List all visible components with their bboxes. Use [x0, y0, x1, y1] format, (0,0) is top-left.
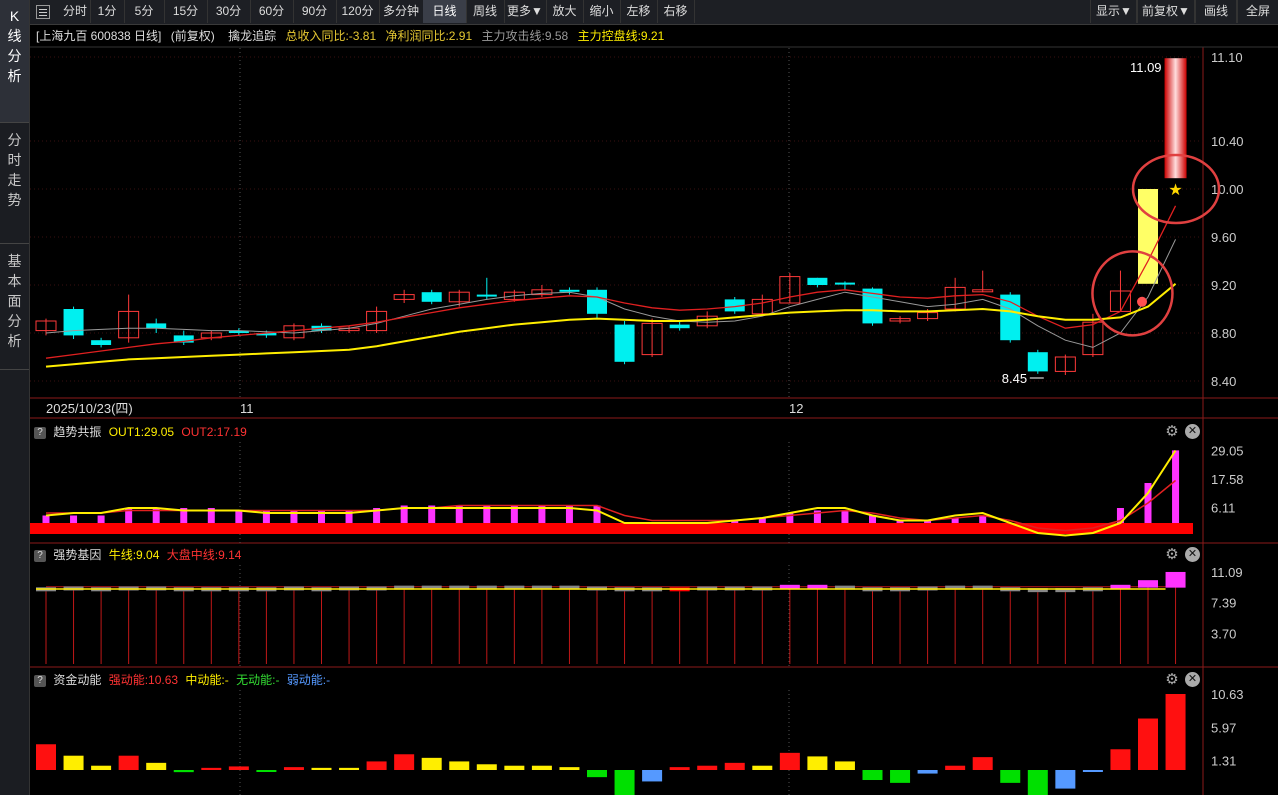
panel3-bar [173, 770, 194, 773]
panel2-tick-label: 7.39 [1211, 596, 1236, 611]
panel1-bar [593, 505, 601, 523]
limit-up-pillar [1164, 58, 1187, 179]
panel3-bar [146, 762, 167, 770]
panel3-bar [449, 761, 470, 770]
panel3-bar [504, 765, 525, 770]
panel3-bar [421, 757, 442, 770]
date-label: 11 [240, 401, 254, 416]
panel2-tick-label: 3.70 [1211, 626, 1236, 641]
panel3-bar [476, 764, 497, 770]
date-label: 12 [789, 401, 803, 416]
panel3-bar [228, 766, 249, 770]
panel2-bar [1138, 580, 1158, 588]
low-price-label: 8.45 [1002, 371, 1027, 386]
panel3-bar [807, 756, 828, 770]
candle-body [1027, 352, 1048, 372]
panel3-bar [972, 757, 993, 770]
panel3-bar [118, 755, 139, 770]
panel3-bar [394, 754, 415, 770]
panel3-bar [614, 770, 635, 795]
panel1-bar [42, 515, 50, 523]
panel3-bar [366, 761, 387, 770]
panel3-tick-label: 1.31 [1211, 754, 1236, 769]
panel2-bar [1165, 571, 1186, 588]
panel3-bar [283, 767, 304, 770]
panel3-bar [63, 755, 84, 770]
panel1-out1-line [45, 449, 1177, 537]
candle-body [146, 323, 167, 329]
panel3-bar [559, 767, 580, 770]
price-tick-label: 9.60 [1211, 230, 1236, 245]
panel3-tick-label: 5.97 [1211, 720, 1236, 735]
high-price-label: 11.09 [1130, 60, 1162, 75]
date-label: 2025/10/23(四) [46, 401, 133, 416]
panel3-bar [201, 767, 222, 770]
panel3-bar [311, 767, 332, 770]
panel3-bar [1000, 770, 1021, 783]
panel1-bar [1172, 450, 1180, 523]
candle-body [587, 289, 607, 314]
price-tick-label: 10.40 [1211, 134, 1244, 149]
candle-body [834, 282, 855, 285]
panel1-tick-label: 29.05 [1211, 443, 1244, 458]
panel1-bar [841, 510, 849, 523]
star-icon: ★ [1168, 182, 1182, 199]
panel1-tick-label: 17.58 [1211, 472, 1244, 487]
price-tick-label: 9.20 [1211, 278, 1236, 293]
candle-body [807, 277, 828, 285]
panel3-bar [587, 770, 607, 778]
panel3-bar [669, 767, 690, 770]
panel3-tick-label: 10.63 [1211, 687, 1244, 702]
price-tick-label: 11.10 [1211, 50, 1243, 65]
candle-body [669, 324, 690, 329]
candle-body [421, 292, 442, 302]
panel3-bar [1055, 770, 1076, 789]
panel3-bar [697, 765, 718, 770]
panel2-bar [1110, 584, 1131, 589]
panel3-bar [1110, 749, 1131, 770]
candle-body [476, 294, 497, 297]
panel1-tick-label: 6.11 [1211, 501, 1235, 516]
panel3-bar [91, 765, 112, 770]
panel3-bar [945, 765, 966, 770]
panel1-bar [97, 515, 105, 523]
panel1-bar [786, 513, 794, 523]
panel3-bar [642, 770, 663, 782]
candle-body [614, 324, 635, 362]
candle-body [91, 340, 112, 345]
candle-body [559, 289, 580, 292]
panel2-bar [779, 584, 800, 589]
limit-up-bar [1138, 189, 1158, 284]
panel2-tick-label: 11.09 [1211, 565, 1243, 580]
panel3-bar [752, 765, 773, 770]
panel3-bar [862, 770, 883, 781]
highlight-circle [1091, 250, 1174, 337]
panel2-bar [807, 584, 828, 589]
price-tick-label: 10.00 [1211, 182, 1244, 197]
panel3-bar [1082, 770, 1103, 772]
panel3-bar [36, 744, 56, 770]
panel3-bar [256, 770, 277, 772]
panel3-bar [890, 770, 911, 783]
panel3-bar [531, 765, 552, 770]
panel1-base-band [30, 523, 1193, 534]
rocket-icon [1137, 296, 1147, 307]
chart-canvas[interactable]: 11.10 10.40 10.00 9.60 9.20 8.80 8.40 ★ 11.09 8.4… [0, 0, 1278, 795]
panel3-bar [1165, 693, 1186, 770]
panel1-bar [70, 515, 78, 523]
panel3-bar [834, 761, 855, 770]
panel3-bar [339, 767, 360, 770]
panel3-bar [779, 752, 800, 770]
panel3-bar [724, 762, 745, 770]
panel3-bar [1138, 718, 1158, 770]
panel3-bar [1027, 770, 1048, 795]
panel3-bar [917, 770, 938, 774]
price-tick-label: 8.80 [1211, 326, 1236, 341]
panel1-bar [235, 510, 243, 523]
price-tick-label: 8.40 [1211, 374, 1236, 389]
